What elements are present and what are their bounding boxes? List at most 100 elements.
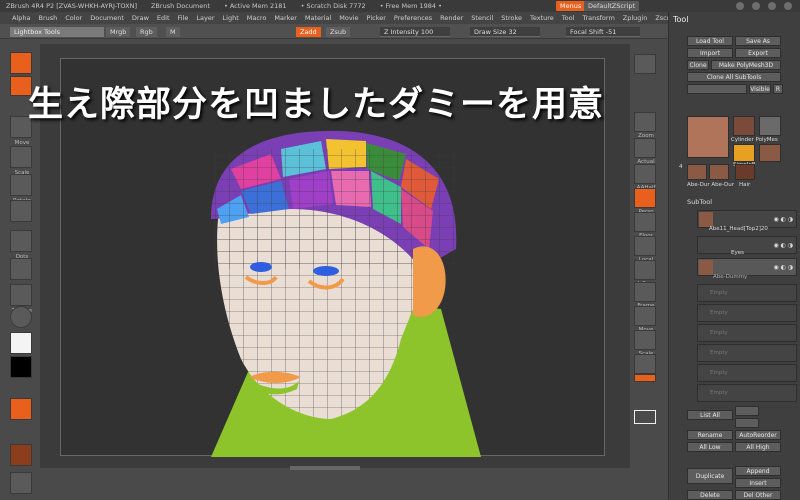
subtool-empty-slot[interactable]: Empty bbox=[697, 384, 797, 402]
visible-button[interactable]: Visible bbox=[749, 84, 771, 94]
frame-button[interactable]: Frame bbox=[634, 282, 656, 309]
move-down-icon[interactable] bbox=[735, 418, 759, 428]
restore-icon[interactable] bbox=[768, 2, 776, 10]
abe-dur-thumb-1[interactable] bbox=[687, 164, 707, 180]
zsub-button[interactable]: Zsub bbox=[326, 27, 351, 37]
alpha-picker[interactable] bbox=[10, 258, 32, 280]
menu-picker[interactable]: Picker bbox=[367, 14, 386, 22]
menu-stroke[interactable]: Stroke bbox=[501, 14, 522, 22]
menu-material[interactable]: Material bbox=[305, 14, 331, 22]
scale-view-button[interactable]: Scale bbox=[634, 330, 656, 357]
menu-preferences[interactable]: Preferences bbox=[394, 14, 432, 22]
material-swatch[interactable] bbox=[10, 444, 32, 466]
default-zscript-button[interactable]: DefaultZScript bbox=[584, 1, 640, 11]
rotate-button[interactable]: Rotate bbox=[10, 174, 32, 204]
subtool-header[interactable]: SubTool bbox=[687, 198, 712, 206]
subtool-icons[interactable]: ◉ ◐ ◑ bbox=[773, 264, 793, 271]
polymesh-thumb[interactable] bbox=[759, 116, 781, 136]
zadd-button[interactable]: Zadd bbox=[296, 27, 321, 37]
persp-button[interactable]: Persp bbox=[634, 188, 656, 215]
clone-all-subtools-button[interactable]: Clone All SubTools bbox=[687, 72, 781, 82]
floor-button[interactable]: Floor bbox=[634, 212, 656, 239]
bpr-button[interactable] bbox=[634, 54, 656, 74]
delete-button[interactable]: Delete bbox=[687, 490, 733, 500]
all-low-button[interactable]: All Low bbox=[687, 442, 733, 452]
goz-button[interactable] bbox=[687, 84, 747, 94]
mrgb-button[interactable]: Mrgb bbox=[106, 27, 131, 37]
rgb-button[interactable]: Rgb bbox=[136, 27, 157, 37]
import-button[interactable]: Import bbox=[687, 48, 733, 58]
subtool-empty-slot[interactable]: Empty bbox=[697, 324, 797, 342]
hair-thumb[interactable] bbox=[735, 164, 755, 180]
stroke-picker[interactable]: Dots bbox=[10, 230, 32, 260]
autoreorder-button[interactable]: AutoReorder bbox=[735, 430, 781, 440]
rotate-view-button[interactable]: Rotate bbox=[634, 354, 656, 381]
move-view-button[interactable]: Move bbox=[634, 306, 656, 333]
menu-alpha[interactable]: Alpha bbox=[12, 14, 30, 22]
subtool-empty-slot[interactable]: Empty bbox=[697, 304, 797, 322]
simplebrush-thumb[interactable] bbox=[733, 144, 755, 162]
material-picker[interactable] bbox=[10, 306, 32, 328]
texture-picker[interactable]: Texture bbox=[10, 284, 32, 314]
minimize-icon[interactable] bbox=[736, 2, 744, 10]
rename-button[interactable]: Rename bbox=[687, 430, 733, 440]
menu-color[interactable]: Color bbox=[65, 14, 82, 22]
zoom-button[interactable]: Zoom bbox=[634, 112, 656, 139]
menu-macro[interactable]: Macro bbox=[247, 14, 267, 22]
load-tool-button[interactable]: Load Tool bbox=[687, 36, 733, 46]
abe-thumb[interactable] bbox=[759, 144, 781, 162]
menu-zplugin[interactable]: Zplugin bbox=[623, 14, 648, 22]
r-button[interactable]: R bbox=[773, 84, 783, 94]
subtool-empty-slot[interactable]: Empty bbox=[697, 344, 797, 362]
z-intensity-slider[interactable]: Z Intensity 100 bbox=[380, 27, 450, 37]
menu-edit[interactable]: Edit bbox=[157, 14, 170, 22]
menu-stencil[interactable]: Stencil bbox=[471, 14, 493, 22]
subtool-empty-slot[interactable]: Empty bbox=[697, 364, 797, 382]
lsym-button[interactable]: L.Sym bbox=[634, 260, 656, 287]
save-as-button[interactable]: Save As bbox=[735, 36, 781, 46]
scale-button[interactable]: Scale bbox=[10, 146, 32, 176]
export-button[interactable]: Export bbox=[735, 48, 781, 58]
menu-render[interactable]: Render bbox=[440, 14, 463, 22]
main-color-swatch[interactable] bbox=[10, 332, 32, 354]
aahalf-button[interactable]: AAHalf bbox=[634, 164, 656, 191]
menu-document[interactable]: Document bbox=[90, 14, 124, 22]
menu-file[interactable]: File bbox=[178, 14, 189, 22]
maximize-icon[interactable] bbox=[752, 2, 760, 10]
subtool-row[interactable]: ◉ ◐ ◑ bbox=[697, 236, 797, 254]
focal-shift-slider[interactable]: Focal Shift -51 bbox=[566, 27, 640, 37]
menu-movie[interactable]: Movie bbox=[339, 14, 358, 22]
duplicate-button[interactable]: Duplicate bbox=[687, 468, 733, 484]
append-button[interactable]: Append bbox=[735, 466, 781, 476]
list-all-button[interactable]: List All bbox=[687, 410, 733, 420]
edit-button[interactable]: Edit bbox=[10, 52, 32, 82]
misc-tool[interactable] bbox=[10, 472, 32, 494]
move-up-icon[interactable] bbox=[735, 406, 759, 416]
close-icon[interactable] bbox=[784, 2, 792, 10]
menu-transform[interactable]: Transform bbox=[582, 14, 614, 22]
menu-tool[interactable]: Tool bbox=[562, 14, 575, 22]
insert-button[interactable]: Insert bbox=[735, 478, 781, 488]
subtool-icons[interactable]: ◉ ◐ ◑ bbox=[773, 216, 793, 223]
canvas-scrollbar[interactable] bbox=[290, 466, 360, 470]
local-button[interactable]: Local bbox=[634, 236, 656, 263]
menu-texture[interactable]: Texture bbox=[530, 14, 554, 22]
subtool-icons[interactable]: ◉ ◐ ◑ bbox=[773, 242, 793, 249]
menu-layer[interactable]: Layer bbox=[196, 14, 214, 22]
clone-button[interactable]: Clone bbox=[687, 60, 709, 70]
lightbox-tools-button[interactable]: Lightbox Tools bbox=[10, 27, 104, 37]
subtool-empty-slot[interactable]: Empty bbox=[697, 284, 797, 302]
abe-dur-thumb-2[interactable] bbox=[709, 164, 729, 180]
menu-brush[interactable]: Brush bbox=[38, 14, 57, 22]
draw-size-slider[interactable]: Draw Size 32 bbox=[470, 27, 540, 37]
menu-marker[interactable]: Marker bbox=[274, 14, 296, 22]
secondary-color-swatch[interactable] bbox=[10, 356, 32, 378]
polyf-button[interactable] bbox=[634, 374, 656, 382]
mrgb-toggle[interactable] bbox=[10, 398, 32, 420]
brush-picker[interactable] bbox=[10, 200, 32, 222]
menu-draw[interactable]: Draw bbox=[132, 14, 149, 22]
current-tool-thumb[interactable] bbox=[687, 116, 729, 158]
make-polymesh-button[interactable]: Make PolyMesh3D bbox=[711, 60, 781, 70]
m-button[interactable]: M bbox=[166, 27, 180, 37]
menus-button[interactable]: Menus bbox=[556, 1, 586, 11]
